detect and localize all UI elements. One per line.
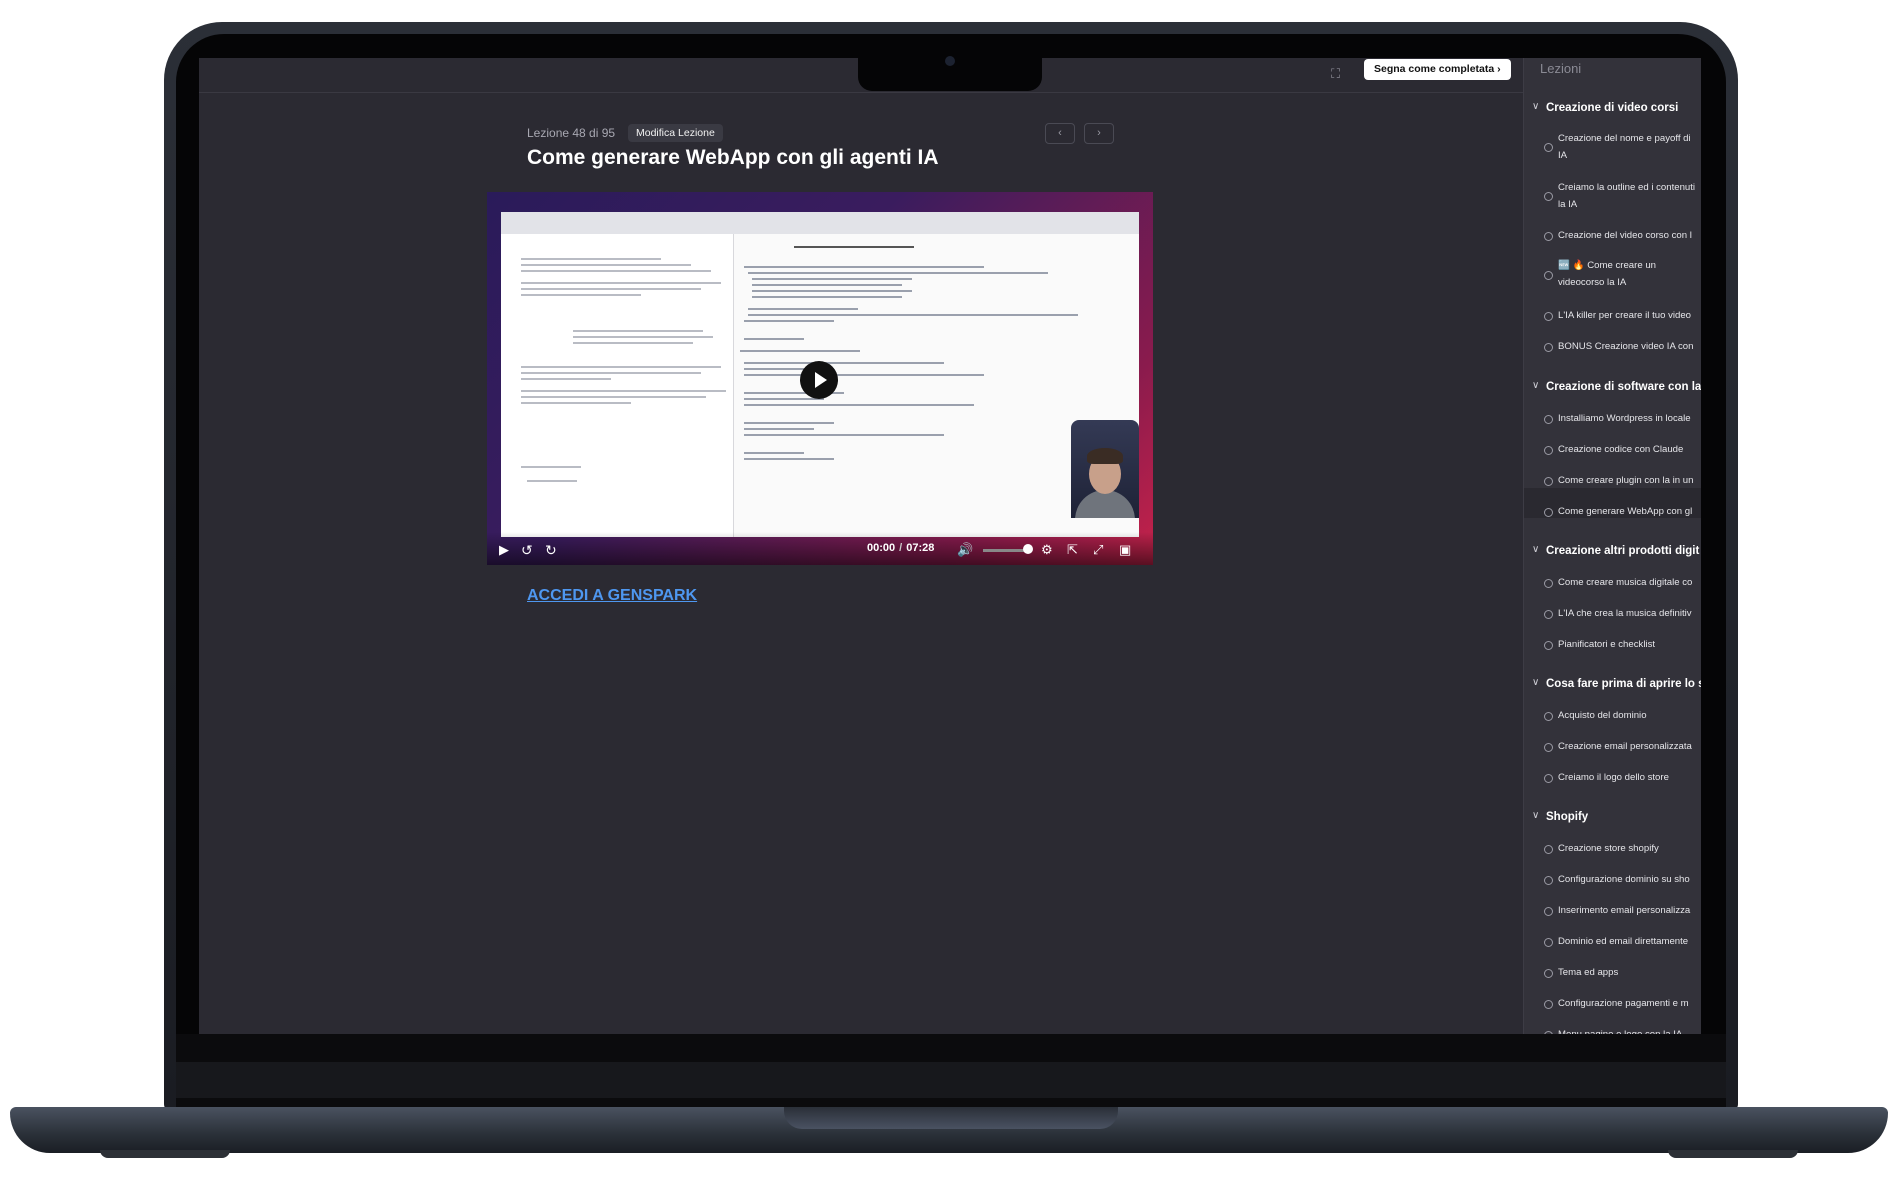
sidebar-lesson[interactable]: Pianificatori e checklist (1558, 636, 1655, 653)
chevron-down-icon[interactable]: ∨ (1532, 101, 1539, 112)
next-lesson-button[interactable]: › (1084, 123, 1114, 144)
sidebar-lesson[interactable]: Creiamo il logo dello store (1558, 769, 1669, 786)
lesson-status-icon (1544, 343, 1553, 352)
section-header[interactable]: Creazione di software con la (1546, 381, 1701, 393)
lesson-status-icon (1544, 415, 1553, 424)
lesson-status-icon (1544, 312, 1553, 321)
sidebar-lesson[interactable]: Creazione del video corso con l (1558, 227, 1692, 244)
section-header[interactable]: Shopify (1546, 811, 1588, 823)
screen: ⛶ Segna come completata › Lezione 48 di … (199, 58, 1701, 1034)
volume-slider[interactable] (983, 549, 1027, 552)
lesson-status-icon (1544, 271, 1553, 280)
chevron-down-icon[interactable]: ∨ (1532, 677, 1539, 688)
sidebar-lesson[interactable]: Configurazione dominio su sho (1558, 871, 1690, 888)
sidebar-lesson[interactable]: L'IA che crea la musica definitiv (1558, 605, 1692, 622)
sidebar-lesson[interactable]: Acquisto del dominio (1558, 707, 1647, 724)
sidebar-lesson[interactable]: Creazione email personalizzata (1558, 738, 1692, 755)
sidebar-lesson[interactable]: Come creare musica digitale co (1558, 574, 1692, 591)
sidebar-lesson[interactable]: 🆕 🔥 Come creare un videocorso la IA (1558, 257, 1701, 291)
lesson-status-icon (1544, 143, 1553, 152)
lesson-status-icon (1544, 477, 1553, 486)
chevron-down-icon[interactable]: ∨ (1532, 380, 1539, 391)
current-time: 00:00 (867, 542, 896, 554)
fullscreen-icon[interactable]: ⤢ (1093, 542, 1103, 558)
lesson-status-icon (1544, 876, 1553, 885)
lesson-status-icon (1544, 1000, 1553, 1009)
lesson-status-icon (1544, 610, 1553, 619)
page-title: Come generare WebApp con gli agenti IA (527, 146, 939, 169)
section-header[interactable]: Creazione di video corsi (1546, 102, 1678, 114)
lesson-status-icon (1544, 641, 1553, 650)
chevron-down-icon[interactable]: ∨ (1532, 544, 1539, 555)
rewind-10-icon[interactable]: ↺ (521, 542, 533, 559)
chevron-right-icon: › (1097, 127, 1101, 139)
bezel-bottom (176, 1034, 1726, 1108)
lessons-sidebar: Lezioni ∨ Creazione di video corsi Creaz… (1523, 58, 1701, 1034)
lesson-status-icon (1544, 232, 1553, 241)
sidebar-lesson[interactable]: Configurazione pagamenti e m (1558, 995, 1689, 1012)
sidebar-lesson[interactable]: Creazione store shopify (1558, 840, 1659, 857)
webcam-overlay (1071, 420, 1139, 518)
video-chat-pane (501, 234, 734, 537)
sidebar-lesson[interactable]: Dominio ed email direttamente (1558, 933, 1688, 950)
lesson-status-icon (1544, 774, 1553, 783)
lesson-status-icon (1544, 508, 1553, 517)
lesson-status-icon (1544, 969, 1553, 978)
sidebar-lesson-active[interactable]: Come generare WebApp con gl (1558, 503, 1692, 520)
lesson-status-icon (1544, 907, 1553, 916)
laptop-foot-right (1668, 1150, 1798, 1158)
video-controls: ▶ ↺ ↻ 00:00/07:28 🔊 ⚙ ⇱ ⤢ ▣ (487, 532, 1153, 565)
sidebar-lesson[interactable]: Inserimento email personalizza (1558, 902, 1690, 919)
play-overlay-icon[interactable] (800, 361, 838, 399)
forward-10-icon[interactable]: ↻ (545, 542, 557, 559)
sidebar-lesson[interactable]: Creazione del nome e payoff di IA (1558, 130, 1701, 164)
prev-lesson-button[interactable]: ‹ (1045, 123, 1075, 144)
section-header[interactable]: Creazione altri prodotti digit (1546, 545, 1699, 557)
play-icon[interactable]: ▶ (499, 542, 509, 558)
video-player[interactable]: ▶ ↺ ↻ 00:00/07:28 🔊 ⚙ ⇱ ⤢ ▣ (487, 192, 1153, 565)
lesson-status-icon (1544, 938, 1553, 947)
lesson-status-icon (1544, 845, 1553, 854)
laptop-base-groove (784, 1107, 1118, 1129)
mark-complete-button[interactable]: Segna come completata › (1364, 59, 1511, 80)
expand-icon[interactable]: ⛶ (1331, 66, 1340, 82)
lesson-status-icon (1544, 446, 1553, 455)
video-browser-chrome (501, 212, 1139, 235)
genspark-link[interactable]: ACCEDI A GENSPARK (527, 587, 697, 605)
pip-icon[interactable]: ▣ (1119, 542, 1131, 558)
chevron-left-icon: ‹ (1058, 127, 1062, 139)
duration: 07:28 (906, 542, 935, 554)
sidebar-lesson[interactable]: L'IA killer per creare il tuo video (1558, 307, 1691, 324)
video-time: 00:00/07:28 (867, 542, 935, 554)
lesson-status-icon (1544, 579, 1553, 588)
lesson-status-icon (1544, 712, 1553, 721)
volume-knob[interactable] (1023, 544, 1033, 554)
sidebar-lesson[interactable]: BONUS Creazione video IA con (1558, 338, 1693, 355)
laptop-foot-left (100, 1150, 230, 1158)
volume-icon[interactable]: 🔊 (957, 542, 973, 558)
sidebar-lesson[interactable]: Creiamo la outline ed i contenuti la IA (1558, 179, 1701, 213)
sidebar-lesson[interactable]: Menu pagine e logo con la IA (1558, 1026, 1682, 1034)
edit-lesson-button[interactable]: Modifica Lezione (628, 124, 723, 142)
sidebar-title: Lezioni (1540, 61, 1582, 76)
lesson-status-icon (1544, 192, 1553, 201)
camera-icon (945, 56, 955, 66)
lesson-counter: Lezione 48 di 95 (527, 126, 616, 140)
section-header[interactable]: Cosa fare prima di aprire lo s (1546, 678, 1701, 690)
gear-icon[interactable]: ⚙ (1041, 542, 1053, 558)
lesson-status-icon (1544, 743, 1553, 752)
popout-icon[interactable]: ⇱ (1067, 542, 1078, 558)
sidebar-lesson[interactable]: Installiamo Wordpress in locale (1558, 410, 1691, 427)
sidebar-lesson[interactable]: Creazione codice con Claude (1558, 441, 1683, 458)
sidebar-lesson[interactable]: Come creare plugin con la in un (1558, 472, 1693, 489)
sidebar-lesson[interactable]: Tema ed apps (1558, 964, 1618, 981)
chevron-down-icon[interactable]: ∨ (1532, 810, 1539, 821)
